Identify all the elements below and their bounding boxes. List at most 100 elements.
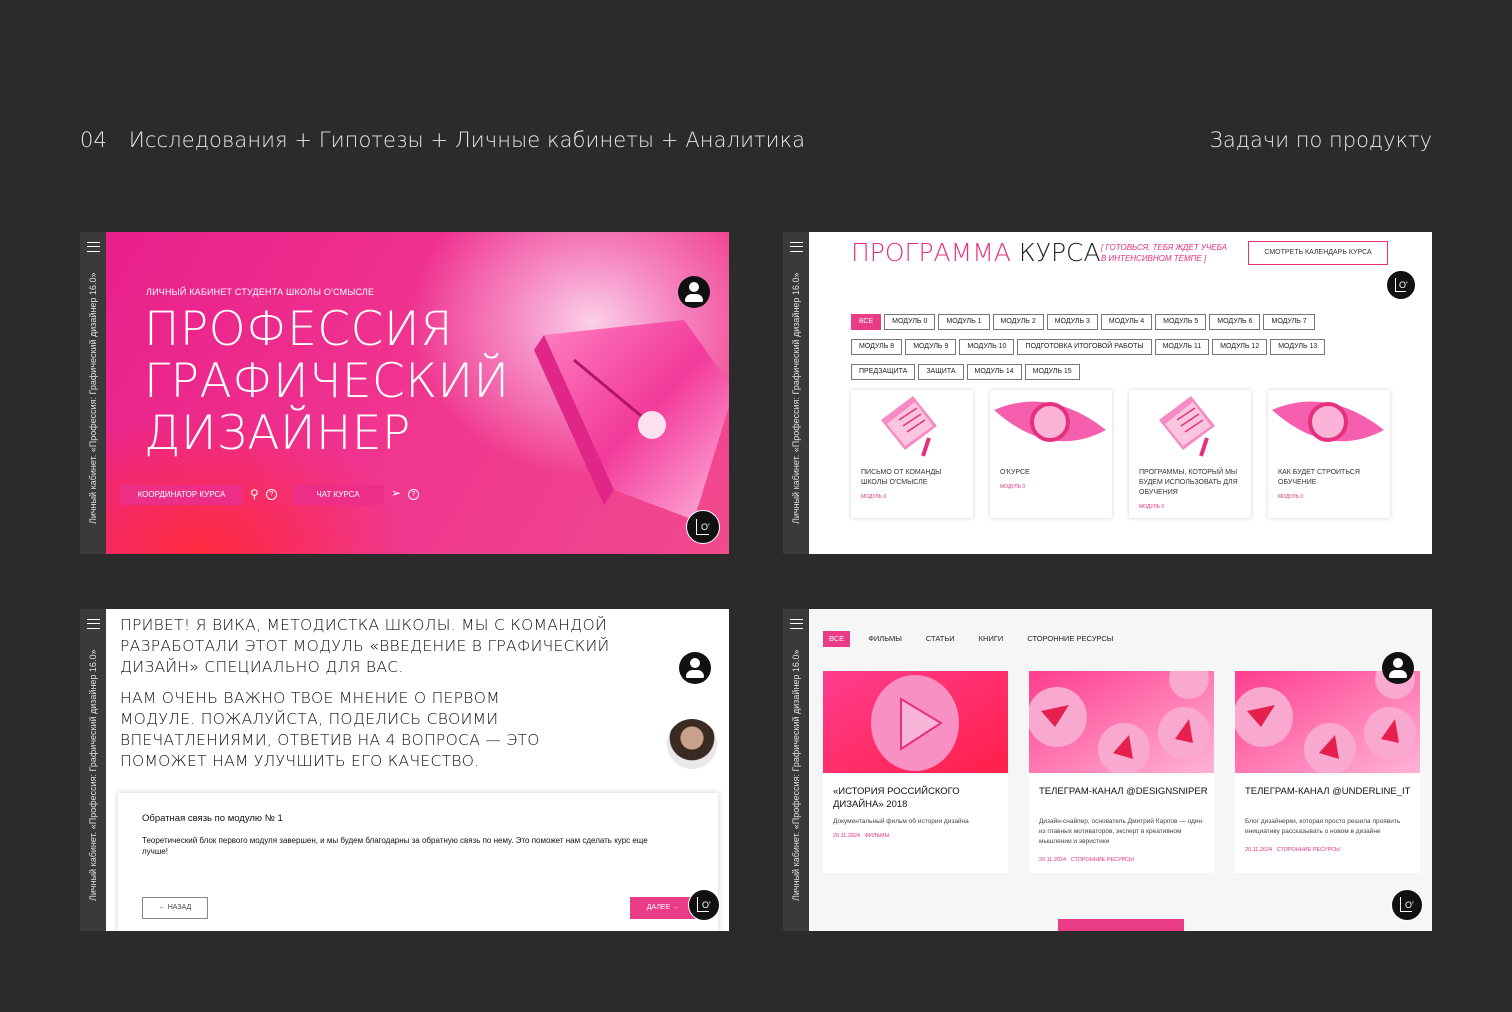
module-card[interactable]: КАК БУДЕТ СТРОИТЬСЯ ОБУЧЕНИЕ МОДУЛЬ 0 bbox=[1268, 390, 1390, 518]
resource-tab[interactable]: СТОРОННИЕ РЕСУРСЫ bbox=[1021, 631, 1119, 647]
methodist-photo bbox=[667, 719, 717, 769]
sidebar-course-label: Личный кабинет. «Профессия: Графический … bbox=[88, 649, 98, 901]
coordinator-button[interactable]: КООРДИНАТОР КУРСА bbox=[120, 485, 243, 505]
help-icon[interactable]: ? bbox=[408, 489, 419, 500]
card-title: ТЕЛЕГРАМ-КАНАЛ @UNDERLINE_IT bbox=[1245, 786, 1411, 797]
school-logo-badge[interactable]: O' bbox=[686, 510, 720, 544]
hero-subtitle: ЛИЧНЫЙ КАБИНЕТ СТУДЕНТА ШКОЛЫ О'СМЫСЛЕ bbox=[146, 287, 375, 297]
module-chip[interactable]: МОДУЛЬ 11 bbox=[1154, 339, 1210, 355]
resource-card[interactable]: ТЕЛЕГРАМ-КАНАЛ @DESIGNSNIPER Дизайн-снай… bbox=[1029, 671, 1214, 873]
module-chip[interactable]: ПРЕДЗАЩИТА bbox=[851, 364, 916, 380]
module-chip[interactable]: МОДУЛЬ 1 bbox=[938, 314, 990, 330]
page-title: ПРОГРАММА КУРСА bbox=[851, 238, 1101, 267]
sidebar-course-label: Личный кабинет. «Профессия: Графический … bbox=[791, 649, 801, 901]
profile-avatar-icon[interactable] bbox=[679, 652, 711, 684]
telegram-discs-image bbox=[1235, 671, 1420, 773]
module-chip[interactable]: МОДУЛЬ 9 bbox=[905, 339, 957, 355]
hero-title-line: ДИЗАЙНЕР bbox=[144, 406, 411, 461]
resource-tab[interactable]: КНИГИ bbox=[973, 631, 1010, 647]
pen-nib-illustration bbox=[534, 320, 729, 520]
menu-icon[interactable] bbox=[87, 242, 100, 252]
card-title: ПИСЬМО ОТ КОМАНДЫ ШКОЛЫ О'СМЫСЛЕ bbox=[861, 469, 942, 486]
module-chip[interactable]: МОДУЛЬ 15 bbox=[1024, 364, 1080, 380]
module-chip[interactable]: МОДУЛЬ 4 bbox=[1100, 314, 1153, 330]
calendar-button[interactable]: СМОТРЕТЬ КАЛЕНДАРЬ КУРСА bbox=[1248, 241, 1388, 265]
module-filter: ВСЕ МОДУЛЬ 0 МОДУЛЬ 1 МОДУЛЬ 2 МОДУЛЬ 3 МОДУЛ… bbox=[851, 310, 1341, 385]
section-tag: Задачи по продукту bbox=[1209, 128, 1432, 152]
person-icon[interactable]: ⚲ bbox=[250, 487, 259, 501]
card-module: МОДУЛЬ 0 bbox=[1278, 494, 1304, 500]
module-chip[interactable]: МОДУЛЬ 12 bbox=[1212, 339, 1268, 355]
eye-icon bbox=[994, 401, 1106, 442]
send-icon[interactable]: ➢ bbox=[391, 486, 401, 500]
chat-button[interactable]: ЧАТ КУРСА bbox=[292, 485, 384, 505]
card-title: ТЕЛЕГРАМ-КАНАЛ @DESIGNSNIPER bbox=[1039, 786, 1208, 797]
module-card[interactable]: ПИСЬМО ОТ КОМАНДЫ ШКОЛЫ О'СМЫСЛЕ МОДУЛЬ … bbox=[851, 390, 973, 518]
section-number: 04 bbox=[80, 128, 107, 152]
school-logo-badge[interactable]: O' bbox=[688, 889, 720, 921]
play-disc-image bbox=[823, 671, 1008, 773]
card-title: «ИСТОРИЯ РОССИЙСКОГО ДИЗАЙНА» 2018 bbox=[833, 786, 960, 810]
card-meta: 20.11.2024 СТОРОННИЕ РЕСУРСЫ bbox=[1245, 847, 1340, 853]
next-button[interactable]: ДАЛЕЕ → bbox=[630, 897, 696, 919]
card-meta: 20.11.2024 ФИЛЬМЫ bbox=[833, 833, 890, 839]
card-title: ПРОГРАММЫ, КОТОРЫЙ МЫ БУДЕМ ИСПОЛЬЗОВАТЬ… bbox=[1139, 469, 1238, 496]
module-chip[interactable]: МОДУЛЬ 3 bbox=[1046, 314, 1098, 330]
telegram-discs-image bbox=[1029, 671, 1214, 773]
module-card[interactable]: ПРОГРАММЫ, КОТОРЫЙ МЫ БУДЕМ ИСПОЛЬЗОВАТЬ… bbox=[1129, 390, 1251, 518]
sidebar: Личный кабинет. «Профессия: Графический … bbox=[783, 232, 809, 554]
resource-tab[interactable]: ФИЛЬМЫ bbox=[862, 631, 908, 647]
menu-icon[interactable] bbox=[790, 619, 803, 629]
load-more-button[interactable] bbox=[1058, 919, 1184, 931]
methodist-greeting: ПРИВЕТ! Я ВИКА, МЕТОДИСТКА ШКОЛЫ. МЫ С К… bbox=[120, 616, 610, 676]
module-chip[interactable]: МОДУЛЬ 6 bbox=[1209, 314, 1261, 330]
sidebar: Личный кабинет. «Профессия: Графический … bbox=[783, 609, 809, 931]
documents-icon bbox=[1159, 396, 1215, 457]
card-title: О'КУРСЕ bbox=[1000, 469, 1030, 476]
help-icon[interactable]: ? bbox=[266, 489, 277, 500]
sidebar-course-label: Личный кабинет. «Профессия: Графический … bbox=[791, 272, 801, 524]
module-chip[interactable]: МОДУЛЬ 8 bbox=[851, 339, 903, 355]
menu-icon[interactable] bbox=[87, 619, 100, 629]
panel-resources: Личный кабинет. «Профессия: Графический … bbox=[783, 609, 1432, 931]
form-description: Теоретический блок первого модуля заверш… bbox=[142, 836, 648, 856]
documents-icon bbox=[881, 396, 937, 457]
profile-avatar-icon[interactable] bbox=[1382, 652, 1414, 684]
module-chip[interactable]: МОДУЛЬ 10 bbox=[959, 339, 1015, 355]
resource-tab[interactable]: СТАТЬИ bbox=[920, 631, 961, 647]
program-note: [ ГОТОВЬСЯ, ТЕБЯ ЖДЕТ УЧЕБА В ИНТЕНСИВНОМ… bbox=[1101, 243, 1227, 263]
panel-feedback: Личный кабинет. «Профессия: Графический … bbox=[80, 609, 729, 931]
card-module: МОДУЛЬ 0 bbox=[1139, 504, 1165, 510]
module-chip[interactable]: МОДУЛЬ 13 bbox=[1270, 339, 1326, 355]
module-chip[interactable]: МОДУЛЬ 5 bbox=[1155, 314, 1207, 330]
module-chip[interactable]: ЗАЩИТА bbox=[918, 364, 964, 380]
resource-card[interactable]: «ИСТОРИЯ РОССИЙСКОГО ДИЗАЙНА» 2018 Докум… bbox=[823, 671, 1008, 873]
card-title: КАК БУДЕТ СТРОИТЬСЯ ОБУЧЕНИЕ bbox=[1278, 469, 1360, 486]
module-chip[interactable]: ВСЕ bbox=[851, 314, 882, 330]
back-button[interactable]: ← НАЗАД bbox=[142, 897, 208, 919]
card-description: Документальный фильм об истории дизайна bbox=[833, 818, 969, 825]
module-chip[interactable]: МОДУЛЬ 7 bbox=[1263, 314, 1315, 330]
form-title: Обратная связь по модулю № 1 bbox=[142, 813, 283, 824]
module-chip[interactable]: МОДУЛЬ 2 bbox=[992, 314, 1044, 330]
resource-tab[interactable]: ВСЕ bbox=[823, 631, 851, 647]
sidebar: Личный кабинет. «Профессия: Графический … bbox=[80, 609, 106, 931]
module-chip[interactable]: МОДУЛЬ 14 bbox=[966, 364, 1022, 380]
card-description: Блог дизайнерки, которая просто решила п… bbox=[1245, 818, 1401, 835]
feedback-request: НАМ ОЧЕНЬ ВАЖНО ТВОЕ МНЕНИЕ О ПЕРВОМ МОД… bbox=[120, 689, 540, 770]
panel-dashboard-hero: Личный кабинет. «Профессия: Графический … bbox=[80, 232, 729, 554]
resource-tabs: ВСЕ ФИЛЬМЫ СТАТЬИ КНИГИ СТОРОННИЕ РЕСУРСЫ bbox=[823, 628, 1131, 647]
hero-banner: ЛИЧНЫЙ КАБИНЕТ СТУДЕНТА ШКОЛЫ О'СМЫСЛЕ П… bbox=[106, 232, 729, 554]
resource-card[interactable]: ТЕЛЕГРАМ-КАНАЛ @UNDERLINE_IT Блог дизайн… bbox=[1235, 671, 1420, 873]
section-title: Исследования + Гипотезы + Личные кабинет… bbox=[128, 128, 806, 152]
school-logo-badge[interactable]: O' bbox=[1386, 270, 1416, 300]
menu-icon[interactable] bbox=[790, 242, 803, 252]
hero-title: ПРОФЕССИЯ ГРАФИЧЕСКИЙ ДИЗАЙНЕР bbox=[144, 304, 509, 460]
module-chip[interactable]: МОДУЛЬ 0 bbox=[884, 314, 936, 330]
school-logo-badge[interactable]: O' bbox=[1391, 889, 1423, 921]
module-chip[interactable]: ПОДГОТОВКА ИТОГОВОЙ РАБОТЫ bbox=[1017, 339, 1152, 355]
section-header: 04 Исследования + Гипотезы + Личные кабин… bbox=[80, 128, 805, 152]
profile-avatar-icon[interactable] bbox=[678, 276, 710, 308]
feedback-form: Обратная связь по модулю № 1 Теоретическ… bbox=[118, 793, 718, 931]
module-card[interactable]: О'КУРСЕ МОДУЛЬ 0 bbox=[990, 390, 1112, 518]
